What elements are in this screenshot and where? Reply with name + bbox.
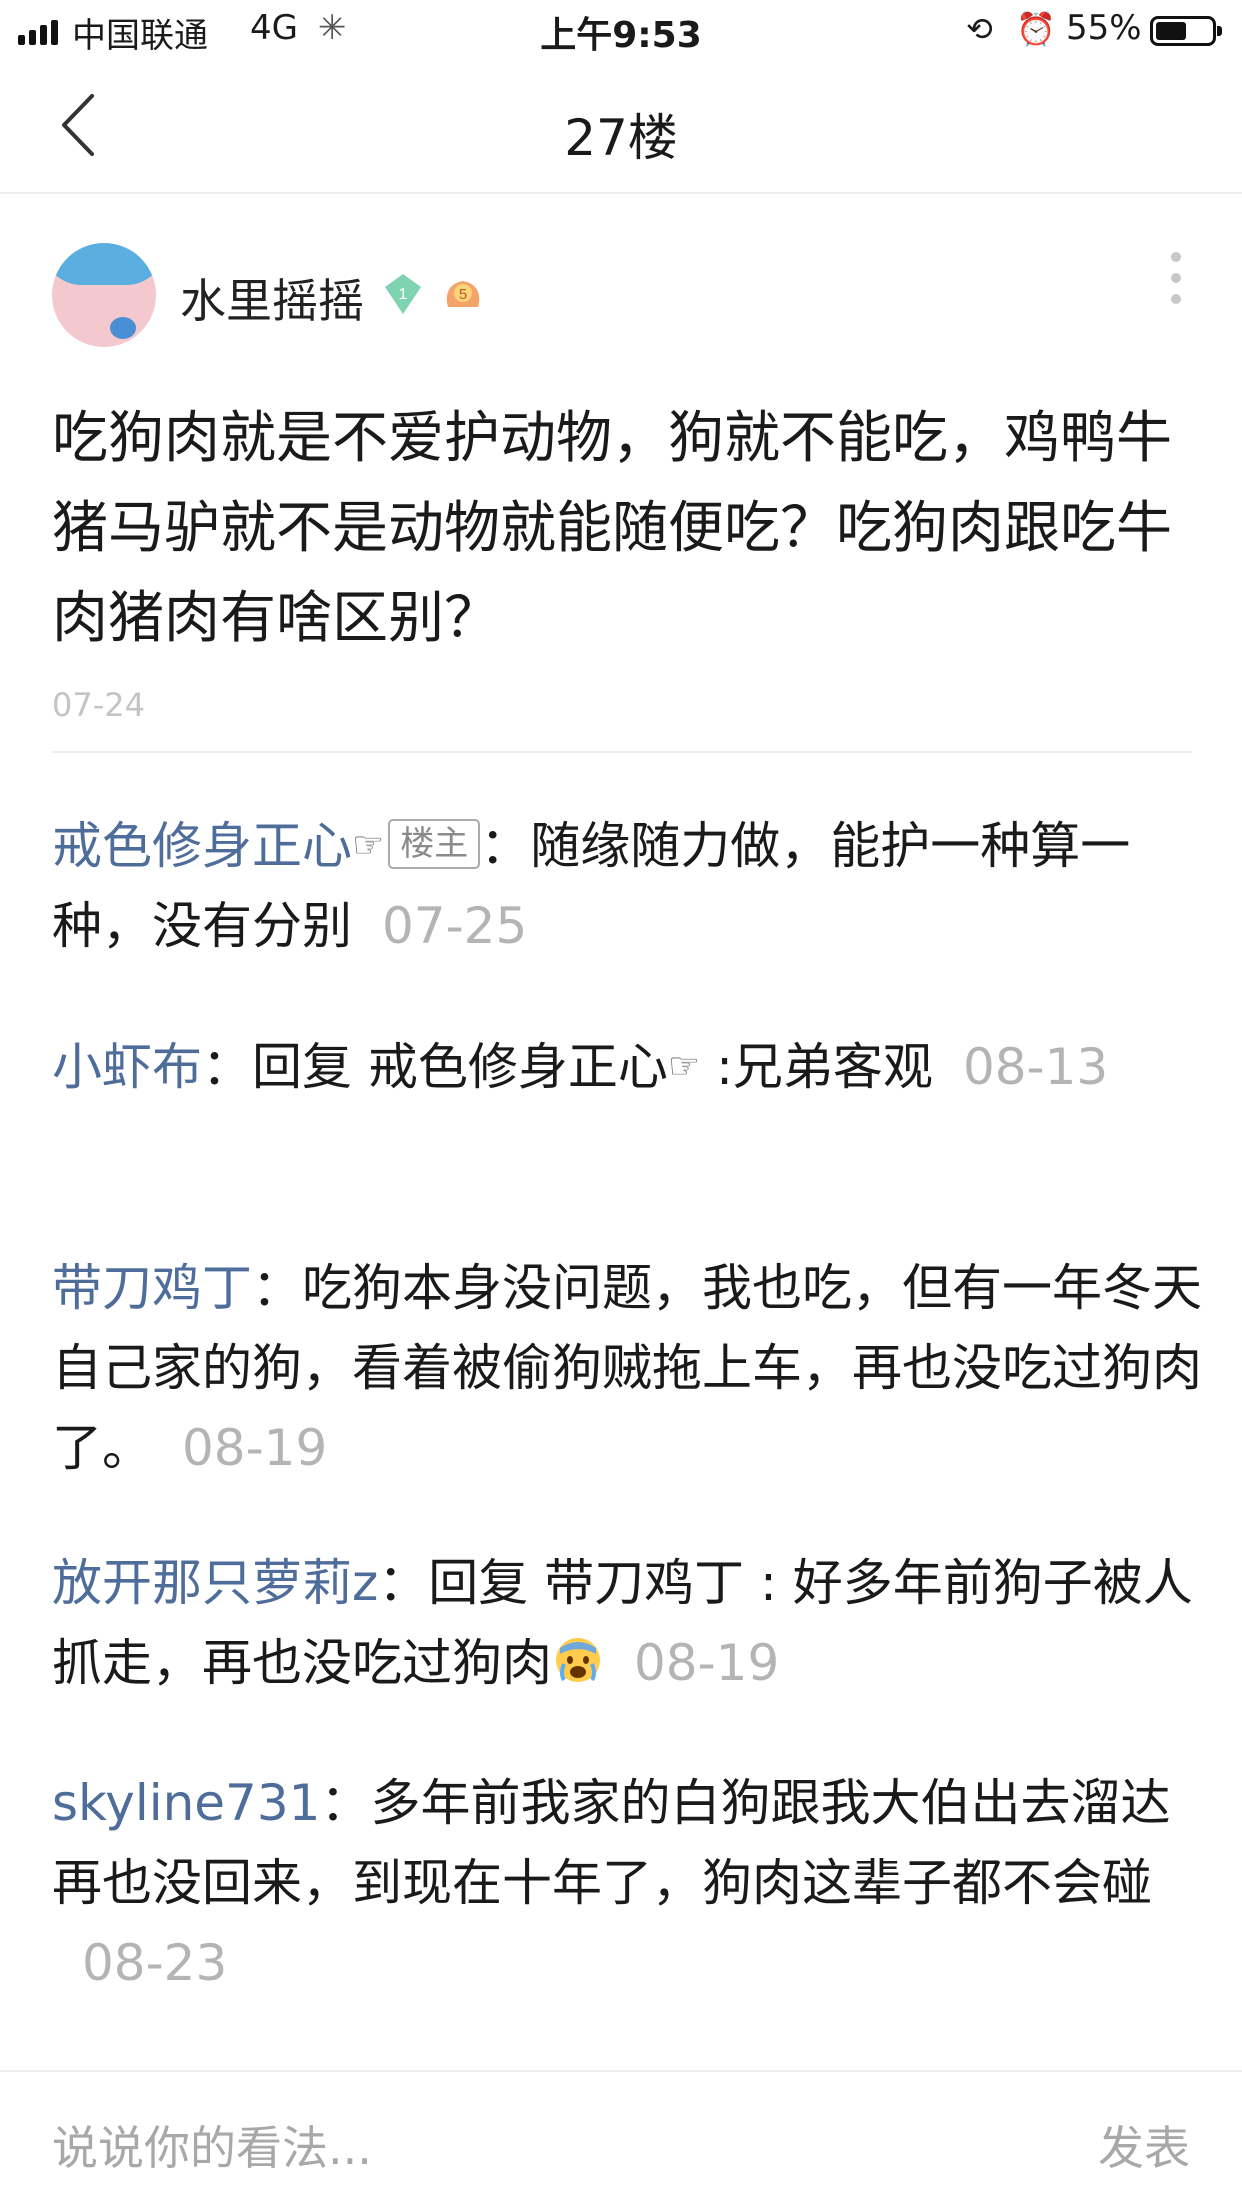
reply-item[interactable]: 放开那只萝莉z：回复 带刀鸡丁 : 好多年前狗子被人抓走，再也没吃过狗肉 08-…	[52, 1543, 1202, 1703]
post-author[interactable]: 水里摇摇	[180, 265, 364, 331]
owner-tag: 楼主	[388, 819, 481, 869]
hand-pointing-icon: ☞	[667, 1046, 701, 1087]
nav-bar: 27楼	[0, 62, 1242, 194]
reply-separator: ：	[252, 1259, 302, 1317]
reply-author[interactable]: 带刀鸡丁	[52, 1259, 252, 1317]
svg-text:5: 5	[459, 286, 467, 303]
reply-separator: ：	[202, 1038, 252, 1096]
divider	[0, 2070, 1242, 2072]
reply-separator: ：	[378, 1554, 429, 1612]
post-content: 吃狗肉就是不爱护动物，狗就不能吃，鸡鸭牛猪马驴就不是动物就能随便吃？吃狗肉跟吃牛…	[52, 406, 1172, 651]
reply-date: 08-23	[82, 1934, 228, 1992]
status-bar: 中国联通 4G ✳ 上午9:53 ⟲ ⏰ 55%	[0, 0, 1242, 62]
battery-percent: 55%	[1066, 8, 1142, 48]
rotation-lock-icon: ⟲	[966, 10, 993, 48]
reply-author[interactable]: 放开那只萝莉z	[52, 1554, 378, 1612]
comment-input[interactable]: 说说你的看法...	[52, 2112, 372, 2178]
avatar[interactable]	[52, 243, 156, 347]
reply-date: 08-19	[634, 1634, 780, 1692]
svg-text:1: 1	[399, 286, 408, 303]
more-options-icon[interactable]	[1170, 251, 1182, 305]
reply-separator: ：	[320, 1774, 371, 1832]
post-header: 水里摇摇 1 5	[52, 243, 1192, 347]
divider	[52, 751, 1192, 753]
reply-author[interactable]: 小虾布	[52, 1038, 202, 1096]
reply-item[interactable]: 戒色修身正心☞ 楼主 ：随缘随力做，能护一种算一种，没有分别 07-25	[52, 806, 1202, 966]
reply-item[interactable]: 带刀鸡丁：吃狗本身没问题，我也吃，但有一年冬天自己家的狗，看着被偷狗贼拖上车，再…	[52, 1248, 1202, 1488]
level-badge-icon: 1	[385, 274, 421, 314]
member-badge-icon: 5	[446, 281, 480, 307]
reply-item[interactable]: 小虾布：回复 戒色修身正心☞ :兄弟客观 08-13	[52, 1027, 1202, 1107]
hand-pointing-icon: ☞	[352, 825, 385, 866]
reply-separator: ：	[480, 817, 531, 875]
reply-author[interactable]: skyline731	[52, 1774, 320, 1832]
page-title: 27楼	[564, 109, 678, 167]
reply-item[interactable]: skyline731：多年前我家的白狗跟我大伯出去溜达再也没回来，到现在十年了，…	[52, 1763, 1202, 2003]
reply-text: :兄弟客观	[700, 1038, 933, 1096]
alarm-icon: ⏰	[1016, 10, 1056, 48]
reply-date: 08-19	[182, 1419, 328, 1477]
publish-button[interactable]: 发表	[1098, 2112, 1190, 2178]
reply-date: 08-13	[962, 1038, 1109, 1096]
crying-face-icon	[556, 1638, 600, 1682]
reply-text: 回复 戒色修身正心	[252, 1038, 668, 1096]
post-date: 07-24	[52, 686, 145, 724]
reply-author[interactable]: 戒色修身正心	[52, 817, 352, 875]
reply-date: 07-25	[382, 897, 528, 955]
battery-icon	[1150, 16, 1222, 46]
